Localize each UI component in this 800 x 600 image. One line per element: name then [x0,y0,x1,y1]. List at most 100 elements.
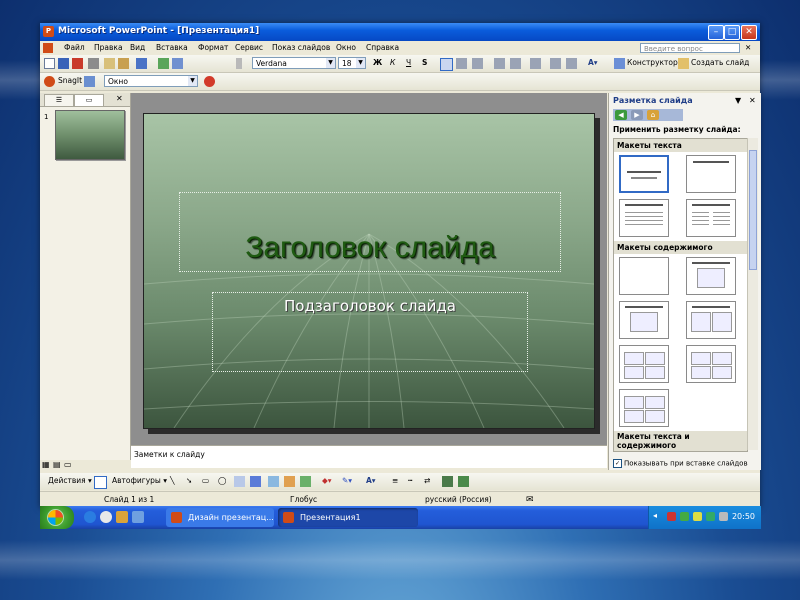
window-select[interactable]: Окно ▼ [104,75,198,87]
task-pane-close-icon[interactable]: ✕ [749,96,756,105]
wordart-icon[interactable] [250,476,261,487]
increase-font-icon[interactable] [530,58,541,69]
title-placeholder[interactable]: Заголовок слайда [179,192,561,272]
font-size-select[interactable]: 18 ▼ [338,57,366,69]
bold-button[interactable]: Ж [373,58,382,67]
picture-icon[interactable] [300,476,311,487]
designer-icon[interactable] [614,58,625,69]
select-pointer-icon[interactable] [94,476,107,489]
capture-icon[interactable] [84,76,95,87]
decrease-indent-icon[interactable] [550,58,561,69]
layout-two-columns[interactable] [686,199,736,237]
task-pane-menu-icon[interactable]: ▼ [735,96,741,105]
snagit-button[interactable]: SnagIt [58,76,82,85]
snagit-icon[interactable] [44,76,55,87]
menu-slideshow[interactable]: Показ слайдов [272,43,330,52]
chart-icon[interactable] [158,58,169,69]
layout-title-text[interactable] [619,199,669,237]
slide-thumbnail[interactable] [55,110,125,160]
menu-format[interactable]: Формат [198,43,228,52]
normal-view-icon[interactable]: ▦ [42,460,50,469]
line-color-icon[interactable]: ✎▾ [342,476,352,485]
clock[interactable]: 20:50 [732,512,755,521]
desktop-icon[interactable] [132,511,144,523]
new-icon[interactable] [44,58,55,69]
layout-four-content-c[interactable] [619,389,669,427]
cut-icon[interactable] [104,58,115,69]
powerpoint-app-icon[interactable]: P [43,26,54,37]
menu-insert[interactable]: Вставка [156,43,188,52]
forward-icon[interactable]: ▶ [631,110,643,120]
clipart-icon[interactable] [284,476,295,487]
numbering-icon[interactable] [494,58,505,69]
tray-icon[interactable] [667,512,676,521]
align-center-icon[interactable] [456,58,467,69]
taskbar-app-design[interactable]: Дизайн презентац... [166,508,274,527]
slideshow-view-icon[interactable]: ▭ [64,460,72,469]
close-icon[interactable]: ✕ [741,25,757,40]
textbox-icon[interactable] [234,476,245,487]
folder-icon[interactable] [116,511,128,523]
designer-button[interactable]: Конструктор [627,58,678,67]
permission-icon[interactable] [72,58,83,69]
new-slide-button[interactable]: Создать слайд [691,58,749,67]
line-style-icon[interactable]: ≡ [392,476,398,485]
slide-title[interactable]: Заголовок слайда [180,231,560,265]
gallery-scrollbar[interactable] [747,138,758,450]
media-icon[interactable] [100,511,112,523]
menu-file[interactable]: Файл [64,43,85,52]
capture-button-icon[interactable] [204,76,215,87]
align-left-icon[interactable] [440,58,453,71]
layout-blank[interactable] [619,257,669,295]
rectangle-icon[interactable]: ▭ [202,476,209,485]
tray-icon[interactable] [706,512,715,521]
save-icon[interactable] [58,58,69,69]
paste-icon[interactable] [118,58,129,69]
table-icon[interactable] [172,58,183,69]
diagram-icon[interactable] [268,476,279,487]
bullets-icon[interactable] [510,58,521,69]
taskbar-app-presentation[interactable]: Презентация1 [278,508,418,527]
layout-content[interactable] [686,257,736,295]
layout-title-slide[interactable] [619,155,669,193]
font-color-icon[interactable]: A▾ [588,58,598,67]
notes-placeholder[interactable]: Заметки к слайду [134,450,205,459]
layout-title-content[interactable] [619,301,669,339]
underline-button[interactable]: Ч [406,58,411,67]
toolbar-options-icon[interactable] [236,58,242,69]
dash-style-icon[interactable]: ┅ [408,476,413,485]
tray-icon[interactable] [680,512,689,521]
close-pane-icon[interactable]: ✕ [116,94,123,103]
increase-indent-icon[interactable] [566,58,577,69]
fill-color-icon[interactable]: ◆▾ [322,476,332,485]
undo-icon[interactable] [136,58,147,69]
menu-view[interactable]: Вид [130,43,145,52]
minimize-icon[interactable]: – [708,25,724,40]
layout-four-content-a[interactable] [619,345,669,383]
start-button[interactable] [40,506,74,529]
scrollbar-thumb[interactable] [749,150,757,270]
layout-two-content[interactable] [686,301,736,339]
shadow-style-icon[interactable] [442,476,453,487]
ask-question-input[interactable]: Введите вопрос [640,43,740,53]
font-color-draw-icon[interactable]: A▾ [366,476,376,485]
menu-tools[interactable]: Сервис [235,43,263,52]
notes-pane[interactable]: Заметки к слайду [131,445,607,468]
maximize-icon[interactable]: □ [724,25,740,40]
speaker-icon[interactable] [719,512,728,521]
tray-expand-icon[interactable]: ◂ [653,511,657,520]
sorter-view-icon[interactable]: ▤ [53,460,61,469]
menu-help[interactable]: Справка [366,43,399,52]
shadow-button[interactable]: S [422,58,427,67]
new-slide-icon[interactable] [678,58,689,69]
layout-four-content-b[interactable] [686,345,736,383]
ie-icon[interactable] [84,511,96,523]
align-right-icon[interactable] [472,58,483,69]
show-on-insert-option[interactable]: ✓ Показывать при вставке слайдов [613,459,748,468]
tab-outline[interactable]: ☰ [44,94,74,106]
spelling-icon[interactable]: ✉ [526,495,534,505]
font-name-select[interactable]: Verdana ▼ [252,57,336,69]
tray-icon[interactable] [693,512,702,521]
tab-slides[interactable]: ▭ [74,94,104,106]
arrow-icon[interactable]: ➘ [186,476,192,485]
